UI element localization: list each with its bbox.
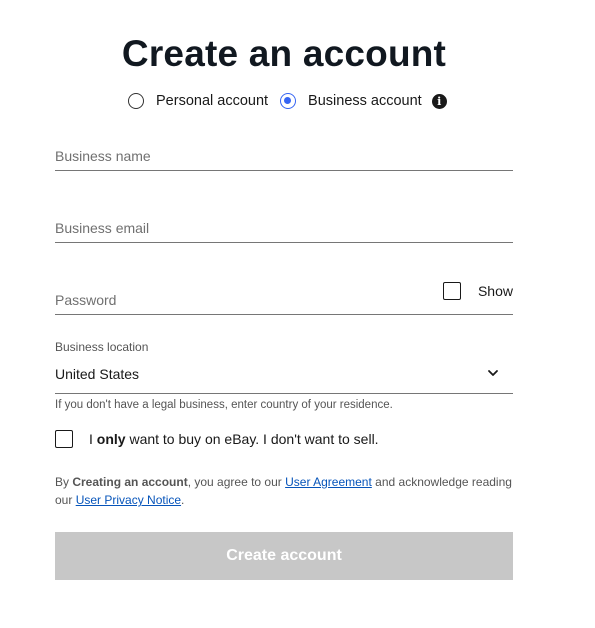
- user-privacy-notice-link[interactable]: User Privacy Notice: [76, 493, 181, 507]
- business-account-label[interactable]: Business account: [308, 93, 422, 109]
- only-buy-label[interactable]: I only want to buy on eBay. I don't want…: [89, 431, 379, 447]
- show-password-label[interactable]: Show: [478, 283, 513, 299]
- personal-account-label[interactable]: Personal account: [156, 93, 268, 109]
- only-buy-checkbox[interactable]: [55, 430, 73, 448]
- business-email-placeholder: Business email: [55, 220, 150, 236]
- business-name-placeholder: Business name: [55, 148, 151, 164]
- only-buy-option[interactable]: I only want to buy on eBay. I don't want…: [55, 430, 379, 448]
- business-location-select[interactable]: United States: [55, 366, 139, 382]
- info-icon[interactable]: i: [431, 93, 447, 109]
- show-password-checkbox[interactable]: [442, 282, 461, 300]
- legal-notice: By Creating an account, you agree to our…: [55, 475, 512, 507]
- password-placeholder: Password: [55, 292, 117, 308]
- business-location-label: Business location: [55, 340, 149, 354]
- account-type-selector: Personal account Business account i: [128, 90, 447, 112]
- show-password-toggle[interactable]: Show: [442, 282, 513, 300]
- business-location-helper: If you don't have a legal business, ente…: [55, 399, 393, 411]
- business-location-underline: [55, 393, 513, 394]
- password-field[interactable]: Password Show: [55, 282, 513, 315]
- chevron-down-icon[interactable]: [486, 366, 500, 380]
- create-account-button[interactable]: Create account: [55, 532, 513, 580]
- user-agreement-link[interactable]: User Agreement: [285, 475, 372, 489]
- business-name-field[interactable]: Business name: [55, 146, 513, 171]
- personal-account-radio[interactable]: [128, 93, 144, 109]
- business-email-field[interactable]: Business email: [55, 218, 513, 243]
- page-title: Create an account: [121, 33, 447, 74]
- business-account-radio[interactable]: [280, 93, 297, 109]
